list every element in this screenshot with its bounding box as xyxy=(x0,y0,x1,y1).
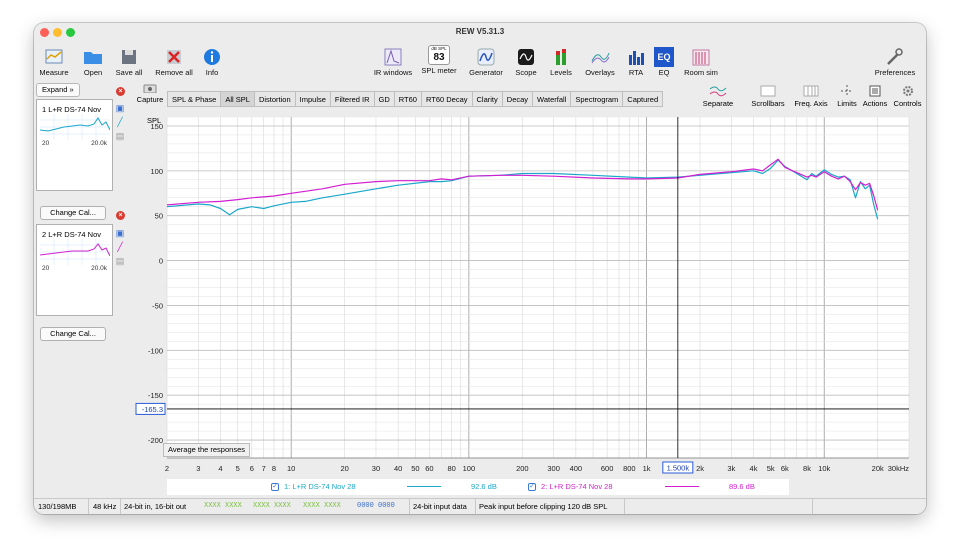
x-tick-label: 6 xyxy=(250,464,254,473)
y-tick-label: 100 xyxy=(150,167,163,176)
input-meter-1: XXXX XXXX xyxy=(204,502,242,510)
x-tick-label: 40 xyxy=(394,464,402,473)
x-tick-label: 400 xyxy=(570,464,583,473)
x-tick-label: 2k xyxy=(696,464,704,473)
x-tick-label: 3 xyxy=(196,464,200,473)
legend-1-swatch xyxy=(407,486,441,487)
x-tick-label: 30 xyxy=(372,464,380,473)
x-tick-label: 3k xyxy=(727,464,735,473)
cursor-y-readout: -165.3 xyxy=(142,405,163,414)
legend-2-value: 89.6 dB xyxy=(729,482,755,491)
x-tick-label: 200 xyxy=(516,464,529,473)
x-tick-label: 300 xyxy=(547,464,560,473)
legend-2-label: 2: L+R DS-74 Nov 28 xyxy=(541,482,613,491)
legend-bar: ✓ 1: L+R DS-74 Nov 28 92.6 dB ✓ 2: L+R D… xyxy=(167,479,789,495)
x-tick-label: 30kHz xyxy=(888,464,910,473)
spl-graph[interactable]: 150 100 50 0 -50 -100 -150 -200 2 3 4 5 6 7 8 10 20 30 40 5… xyxy=(34,23,926,475)
x-tick-label: 20 xyxy=(341,464,349,473)
x-tick-label: 80 xyxy=(447,464,455,473)
clipping-info: Peak input before clipping 120 dB SPL xyxy=(479,502,608,511)
bit-depth: 24-bit in, 16-bit out xyxy=(124,502,187,511)
legend-1-value: 92.6 dB xyxy=(471,482,497,491)
x-tick-label: 10 xyxy=(287,464,295,473)
legend-1-label: 1: L+R DS-74 Nov 28 xyxy=(284,482,356,491)
input-meter-4: 0000 0000 xyxy=(357,502,395,510)
legend-2-swatch xyxy=(665,486,699,487)
memory-usage: 130/198MB xyxy=(38,502,77,511)
x-tick-label: 8 xyxy=(272,464,276,473)
x-tick-label: 7 xyxy=(262,464,266,473)
legend-2-checkbox[interactable]: ✓ xyxy=(528,483,536,491)
y-tick-label: -50 xyxy=(152,301,163,310)
x-tick-label: 4 xyxy=(218,464,222,473)
y-tick-label: -150 xyxy=(148,391,163,400)
input-meter-2: XXXX XXXX xyxy=(253,502,291,510)
app-window: REW V5.31.3 Measure Open Save all Remove… xyxy=(34,23,926,514)
x-tick-label: 600 xyxy=(601,464,614,473)
y-tick-label: 150 xyxy=(150,122,163,131)
x-tick-label: 60 xyxy=(425,464,433,473)
x-tick-label: 50 xyxy=(411,464,419,473)
x-tick-label: 5 xyxy=(236,464,240,473)
x-tick-label: 6k xyxy=(781,464,789,473)
x-tick-label: 2 xyxy=(165,464,169,473)
x-tick-label: 5k xyxy=(767,464,775,473)
y-tick-label: -200 xyxy=(148,436,163,445)
x-tick-label: 8k xyxy=(803,464,811,473)
y-tick-label: 50 xyxy=(155,212,163,221)
input-data-format: 24-bit input data xyxy=(413,502,467,511)
y-tick-label: 0 xyxy=(159,257,163,266)
average-responses-button[interactable]: Average the responses xyxy=(163,443,250,457)
x-tick-label: 100 xyxy=(463,464,476,473)
x-tick-label: 800 xyxy=(623,464,636,473)
legend-1-checkbox[interactable]: ✓ xyxy=(271,483,279,491)
sample-rate: 48 kHz xyxy=(93,502,117,511)
status-bar: 130/198MB 48 kHz 24-bit in, 16-bit out X… xyxy=(34,498,926,514)
x-tick-label: 20k xyxy=(872,464,884,473)
x-tick-label: 1k xyxy=(643,464,651,473)
x-tick-label: 10k xyxy=(818,464,830,473)
x-tick-label: 4k xyxy=(750,464,758,473)
y-tick-label: -100 xyxy=(148,346,163,355)
input-meter-3: XXXX XXXX xyxy=(303,502,341,510)
cursor-x-readout: 1.500k xyxy=(667,464,690,473)
